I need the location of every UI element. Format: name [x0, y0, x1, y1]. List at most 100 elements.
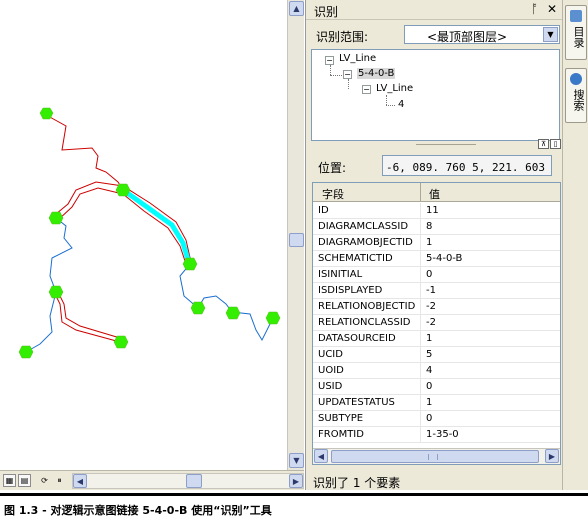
- node-left-middle[interactable]: [48, 285, 64, 299]
- table-row[interactable]: UPDATESTATUS 1: [313, 395, 560, 411]
- cell-divider: [420, 203, 421, 219]
- node-right-b[interactable]: [225, 306, 241, 320]
- table-row[interactable]: FROMTID 1-35-0: [313, 427, 560, 443]
- tree-node-selected[interactable]: 5-4-0-B: [357, 68, 396, 79]
- map-vertical-scroll-thumb[interactable]: [289, 233, 304, 247]
- scroll-up-icon[interactable]: ▲: [289, 1, 304, 16]
- field-value-cell: 8: [426, 221, 433, 232]
- field-name-cell: SCHEMATICTID: [318, 253, 393, 264]
- table-row[interactable]: RELATIONCLASSID -2: [313, 315, 560, 331]
- field-value-cell: 5-4-0-B: [426, 253, 463, 264]
- search-tab[interactable]: 搜索: [565, 68, 587, 123]
- identify-from-value: <最顶部图层>: [427, 30, 508, 44]
- table-row[interactable]: UCID 5: [313, 347, 560, 363]
- table-row[interactable]: ISDISPLAYED -1: [313, 283, 560, 299]
- tree-collapse-icon[interactable]: −: [325, 56, 334, 65]
- table-row[interactable]: ID 11: [313, 203, 560, 219]
- field-name-cell: ISINITIAL: [318, 269, 363, 280]
- close-icon[interactable]: ✕: [547, 2, 557, 16]
- data-view-icon[interactable]: ▦: [3, 474, 16, 487]
- column-divider[interactable]: [420, 183, 421, 202]
- map-vertical-scrollbar[interactable]: ▲ ▼: [287, 0, 304, 470]
- pause-drawing-icon[interactable]: ⏸: [53, 474, 66, 487]
- tree-connector: [348, 79, 349, 89]
- tree-node-leaf[interactable]: 4: [398, 99, 404, 110]
- scroll-left-icon[interactable]: ◀: [314, 449, 328, 463]
- chevron-down-icon[interactable]: ▼: [543, 27, 558, 42]
- field-name-cell: RELATIONCLASSID: [318, 317, 411, 328]
- map-horizontal-scroll-thumb[interactable]: [186, 474, 202, 488]
- scroll-grip: [428, 454, 438, 460]
- identify-status: 识别了 1 个要素: [313, 476, 401, 490]
- table-row[interactable]: USID 0: [313, 379, 560, 395]
- tree-collapse-icon[interactable]: −: [362, 85, 371, 94]
- field-value-cell: 1-35-0: [426, 429, 459, 440]
- scroll-right-icon[interactable]: ▶: [545, 449, 559, 463]
- identify-titlebar: 识别 ᚩ ✕: [306, 0, 563, 20]
- refresh-icon[interactable]: ⟳: [38, 474, 51, 487]
- tree-node-child[interactable]: LV_Line: [376, 83, 413, 94]
- search-icon: [570, 73, 582, 85]
- cell-divider: [420, 331, 421, 347]
- link-selected-highlight[interactable]: [121, 187, 192, 264]
- pin-icon[interactable]: ᚩ: [531, 2, 538, 16]
- map-horizontal-scrollbar[interactable]: ◀ ▶: [72, 473, 304, 489]
- tree-collapse-icon[interactable]: −: [343, 70, 352, 79]
- link-red-top[interactable]: [47, 115, 124, 191]
- link-blue-left-vertical[interactable]: [49, 217, 73, 293]
- field-name-cell: UPDATESTATUS: [318, 397, 395, 408]
- catalog-icon: [570, 10, 582, 22]
- table-row[interactable]: ISINITIAL 0: [313, 267, 560, 283]
- node-left-upper[interactable]: [48, 211, 64, 225]
- field-name-cell: UOID: [318, 365, 344, 376]
- identify-results-tree[interactable]: − LV_Line − 5-4-0-B − LV_Line 4: [311, 49, 560, 141]
- table-horizontal-scroll-thumb[interactable]: [331, 450, 539, 463]
- tree-node-root[interactable]: LV_Line: [339, 53, 376, 64]
- column-header-field[interactable]: 字段: [322, 186, 344, 202]
- column-header-value[interactable]: 值: [429, 186, 440, 202]
- node-center[interactable]: [115, 183, 131, 197]
- layout-icon[interactable]: ▯: [550, 139, 561, 149]
- table-row[interactable]: UOID 4: [313, 363, 560, 379]
- schematic-diagram[interactable]: [0, 0, 286, 470]
- schematic-map-view[interactable]: [0, 0, 286, 470]
- collapse-up-icon[interactable]: ⊼: [538, 139, 549, 149]
- panel-splitter[interactable]: [306, 141, 563, 148]
- identify-from-label: 识别范围:: [316, 30, 369, 44]
- table-row[interactable]: SCHEMATICTID 5-4-0-B: [313, 251, 560, 267]
- node-lower-left[interactable]: [18, 345, 34, 359]
- tree-connector: [386, 95, 387, 105]
- table-row[interactable]: DATASOURCEID 1: [313, 331, 560, 347]
- figure-caption: 图 1.3 - 对逻辑示意图链接 5-4-0-B 使用“识别”工具: [4, 504, 272, 517]
- link-red-lower-a[interactable]: [53, 291, 121, 343]
- link-blue-lower-left[interactable]: [25, 291, 57, 353]
- cell-divider: [420, 299, 421, 315]
- node-right-c[interactable]: [265, 311, 281, 325]
- cell-divider: [420, 235, 421, 251]
- table-row[interactable]: SUBTYPE 0: [313, 411, 560, 427]
- node-top[interactable]: [39, 107, 54, 120]
- table-horizontal-scrollbar[interactable]: ◀ ▶: [313, 448, 560, 464]
- table-row[interactable]: DIAGRAMCLASSID 8: [313, 219, 560, 235]
- table-row[interactable]: DIAGRAMOBJECTID 1: [313, 235, 560, 251]
- search-tab-label: 搜索: [572, 89, 585, 111]
- scroll-left-icon[interactable]: ◀: [73, 474, 87, 488]
- cell-divider: [420, 347, 421, 363]
- location-field[interactable]: -6, 089. 760 5, 221. 603 未知!: [382, 155, 552, 176]
- field-value-cell: -1: [426, 285, 436, 296]
- identify-from-dropdown[interactable]: <最顶部图层> ▼: [404, 25, 560, 44]
- scroll-right-icon[interactable]: ▶: [289, 474, 303, 488]
- layout-view-icon[interactable]: ▤: [18, 474, 31, 487]
- field-name-cell: DIAGRAMCLASSID: [318, 221, 409, 232]
- cell-divider: [420, 427, 421, 443]
- node-lower-middle[interactable]: [113, 335, 129, 349]
- node-selected-end[interactable]: [182, 257, 198, 271]
- table-row[interactable]: RELATIONOBJECTID -2: [313, 299, 560, 315]
- catalog-tab[interactable]: 目录: [565, 5, 587, 60]
- scroll-down-icon[interactable]: ▼: [289, 453, 304, 468]
- link-red-upper-left-a[interactable]: [55, 181, 124, 215]
- node-right-a[interactable]: [190, 301, 206, 315]
- field-name-cell: UCID: [318, 349, 343, 360]
- link-red-lower-b[interactable]: [57, 291, 121, 339]
- attribute-table[interactable]: 字段 值 ID 11 DIAGRAMCLASSID 8 DIAGRAMOBJECTID 1…: [312, 182, 561, 465]
